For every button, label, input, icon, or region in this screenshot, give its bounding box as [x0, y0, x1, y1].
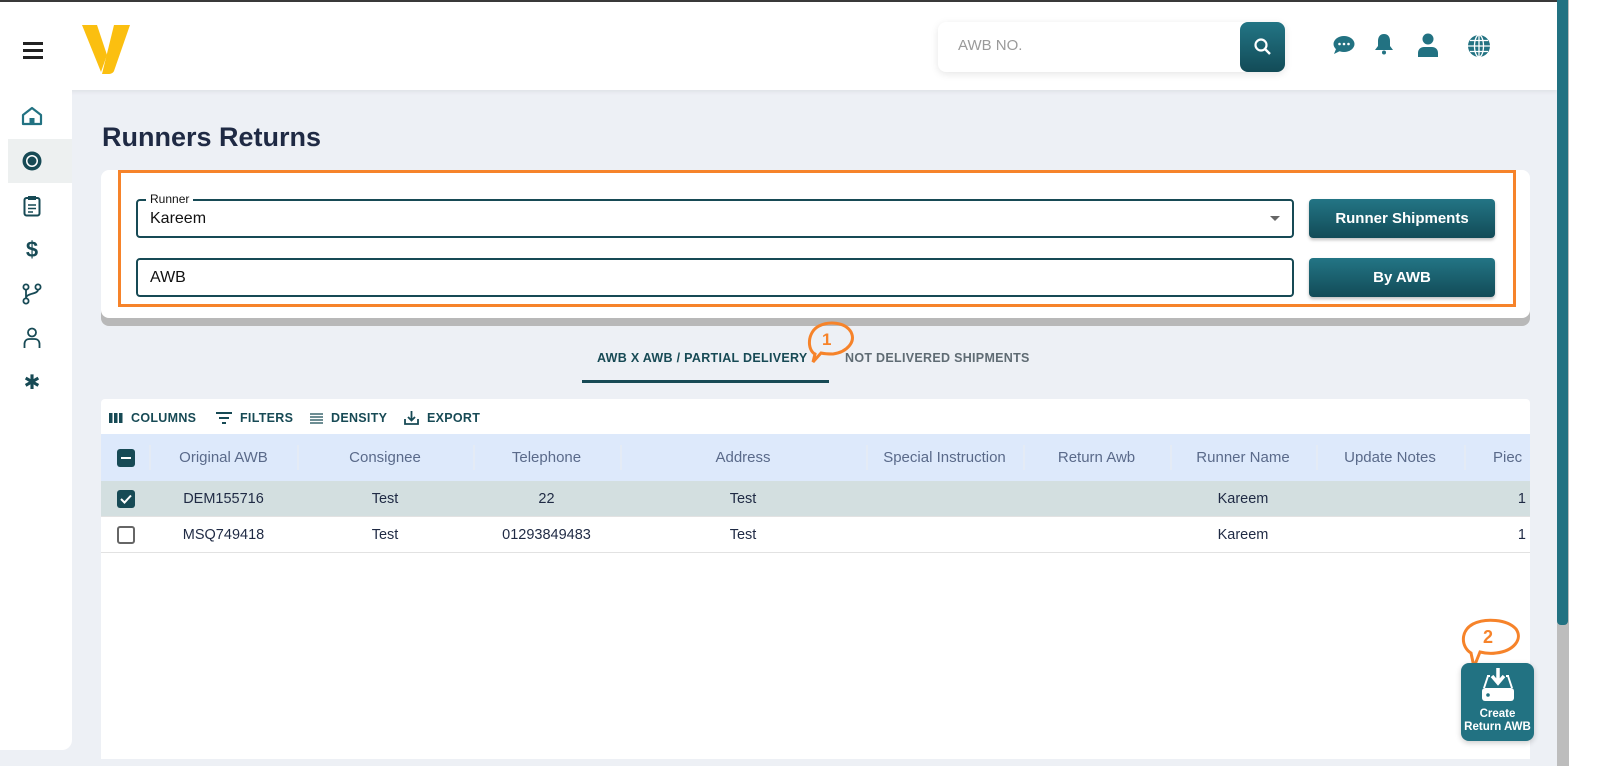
cell-pieces: 1: [1517, 526, 1526, 543]
branch-icon: [22, 283, 42, 305]
bell-icon[interactable]: [1374, 33, 1394, 55]
filters-button[interactable]: FILTERS: [216, 411, 293, 425]
chat-icon[interactable]: [1333, 35, 1355, 55]
check-icon: [120, 494, 132, 504]
sidebar-item-users[interactable]: [8, 316, 72, 360]
sidebar-item-shipments[interactable]: [8, 184, 72, 228]
column-header-update-notes[interactable]: Update Notes: [1316, 434, 1464, 481]
density-label: DENSITY: [331, 411, 388, 425]
column-header-telephone[interactable]: Telephone: [473, 434, 620, 481]
table-row[interactable]: MSQ749418 Test 01293849483 Test Kareem 1: [101, 517, 1530, 553]
cell-address: Test: [729, 490, 757, 507]
columns-button[interactable]: COLUMNS: [109, 411, 196, 425]
download-drive-icon: [1481, 668, 1514, 701]
row-checkbox[interactable]: [117, 526, 135, 544]
search-icon: [1253, 38, 1271, 55]
awb-search: [938, 22, 1285, 72]
density-icon: [310, 412, 323, 424]
gear-icon: ✱: [23, 371, 41, 394]
home-icon: [21, 106, 43, 126]
page-scrollbar-thumb[interactable]: [1557, 0, 1568, 625]
row-checkbox[interactable]: [117, 490, 135, 508]
user-icon[interactable]: [1417, 33, 1439, 57]
cell-runner-name: Kareem: [1217, 490, 1269, 507]
cell-telephone: 01293849483: [502, 526, 591, 543]
new-badge-icon: [22, 151, 42, 171]
logo[interactable]: [80, 22, 132, 74]
person-icon: [23, 327, 41, 348]
sidebar: $ ✱: [0, 90, 72, 750]
sidebar-item-finance[interactable]: $: [8, 228, 72, 272]
export-icon: [404, 411, 419, 425]
clipboard-icon: [23, 196, 41, 217]
cell-consignee: Test: [371, 526, 399, 543]
window-edge-right: [1569, 0, 1599, 766]
top-bar: [0, 2, 1557, 90]
cell-telephone: 22: [538, 490, 555, 507]
export-label: EXPORT: [427, 411, 481, 425]
dollar-icon: $: [25, 237, 39, 262]
column-header-runner-name[interactable]: Runner Name: [1170, 434, 1316, 481]
column-header-original-awb[interactable]: Original AWB: [150, 434, 297, 481]
create-label: Create: [1479, 708, 1516, 720]
create-return-awb-button[interactable]: Create Return AWB: [1461, 663, 1534, 741]
awb-search-input[interactable]: [958, 37, 1238, 54]
export-button[interactable]: EXPORT: [404, 411, 480, 425]
annotation-bubble-1: 1: [805, 320, 857, 371]
column-header-return-awb[interactable]: Return Awb: [1023, 434, 1170, 481]
table-row[interactable]: DEM155716 Test 22 Test Kareem 1: [101, 481, 1530, 517]
column-header-special-instruction[interactable]: Special Instruction: [866, 434, 1023, 481]
table-header: Original AWB Consignee Telephone Address…: [101, 434, 1530, 481]
tab-awb-x-awb[interactable]: AWB X AWB / PARTIAL DELIVERY: [597, 351, 808, 365]
search-button[interactable]: [1240, 22, 1285, 72]
sidebar-item-new[interactable]: [8, 139, 72, 183]
cell-address: Test: [729, 526, 757, 543]
cell-original-awb: DEM155716: [183, 490, 264, 507]
select-all-checkbox[interactable]: [117, 449, 135, 467]
page-title: Runners Returns: [102, 122, 322, 152]
cell-original-awb: MSQ749418: [182, 526, 265, 543]
return-awb-label: Return AWB: [1464, 721, 1531, 733]
active-tab-indicator: [582, 380, 829, 383]
column-header-pieces[interactable]: Piec: [1493, 434, 1530, 481]
annotation-number: 1: [822, 330, 832, 349]
density-button[interactable]: DENSITY: [310, 411, 387, 425]
filter-icon: [216, 412, 232, 424]
sidebar-item-branches[interactable]: [8, 272, 72, 316]
data-grid: COLUMNS FILTERS DENSITY EXPORT Original …: [101, 399, 1530, 759]
globe-icon[interactable]: [1467, 34, 1491, 58]
column-header-consignee[interactable]: Consignee: [297, 434, 473, 481]
cell-consignee: Test: [371, 490, 399, 507]
cell-runner-name: Kareem: [1217, 526, 1269, 543]
annotation-number: 2: [1483, 627, 1494, 647]
highlight-box: [118, 170, 1516, 307]
column-header-address[interactable]: Address: [620, 434, 866, 481]
tab-not-delivered[interactable]: NOT DELIVERED SHIPMENTS: [845, 351, 1030, 365]
columns-label: COLUMNS: [131, 411, 197, 425]
hamburger-menu-icon[interactable]: [23, 42, 43, 63]
sidebar-item-home[interactable]: [8, 94, 72, 138]
cell-pieces: 1: [1517, 490, 1526, 507]
columns-icon: [109, 413, 123, 423]
sidebar-item-settings[interactable]: ✱: [8, 360, 72, 404]
filters-label: FILTERS: [240, 411, 294, 425]
